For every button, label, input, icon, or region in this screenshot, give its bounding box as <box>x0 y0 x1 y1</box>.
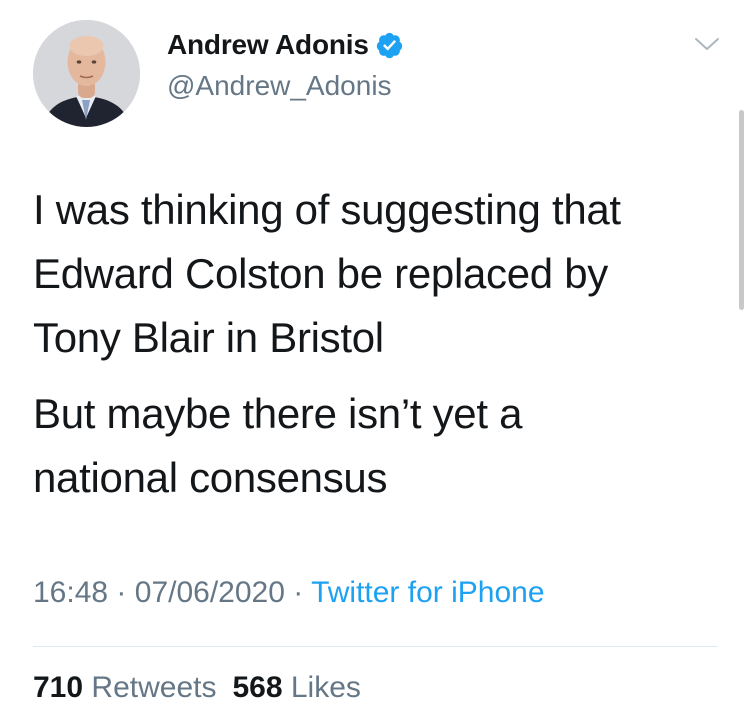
tweet-stats: 710 Retweets 568 Likes <box>33 671 361 705</box>
tweet-time[interactable]: 16:48 <box>33 576 108 609</box>
meta-separator: · <box>116 576 127 609</box>
tweet-paragraph: I was thinking of suggesting that Edward… <box>33 186 621 361</box>
verified-badge-icon <box>375 31 404 60</box>
tweet-date[interactable]: 07/06/2020 <box>135 576 285 609</box>
tweet-detail: Andrew Adonis @Andrew_Adonis I was think… <box>0 0 750 704</box>
retweets-count: 710 <box>33 671 84 704</box>
avatar-image <box>33 20 140 127</box>
divider <box>33 646 718 647</box>
meta-separator: · <box>293 576 304 609</box>
avatar[interactable] <box>33 20 140 127</box>
tweet-text: I was thinking of suggesting that Edward… <box>33 178 723 510</box>
likes-stat[interactable]: 568 Likes <box>232 671 360 704</box>
author-handle[interactable]: @Andrew_Adonis <box>167 70 404 102</box>
likes-label: Likes <box>290 671 361 704</box>
tweet-metadata: 16:48 · 07/06/2020 · Twitter for iPhone <box>33 576 545 610</box>
retweets-label: Retweets <box>91 671 217 704</box>
likes-count: 568 <box>232 671 283 704</box>
scrollbar[interactable] <box>739 110 744 310</box>
display-name[interactable]: Andrew Adonis <box>167 29 369 61</box>
tweet-source-link[interactable]: Twitter for iPhone <box>311 576 544 609</box>
tweet-paragraph: But maybe there isn’t yet a national con… <box>33 390 523 501</box>
chevron-down-icon[interactable] <box>693 34 721 54</box>
author-names: Andrew Adonis @Andrew_Adonis <box>167 26 404 102</box>
tweet-header: Andrew Adonis @Andrew_Adonis <box>33 20 723 128</box>
display-name-row: Andrew Adonis <box>167 26 404 64</box>
retweets-stat[interactable]: 710 Retweets <box>33 671 216 704</box>
